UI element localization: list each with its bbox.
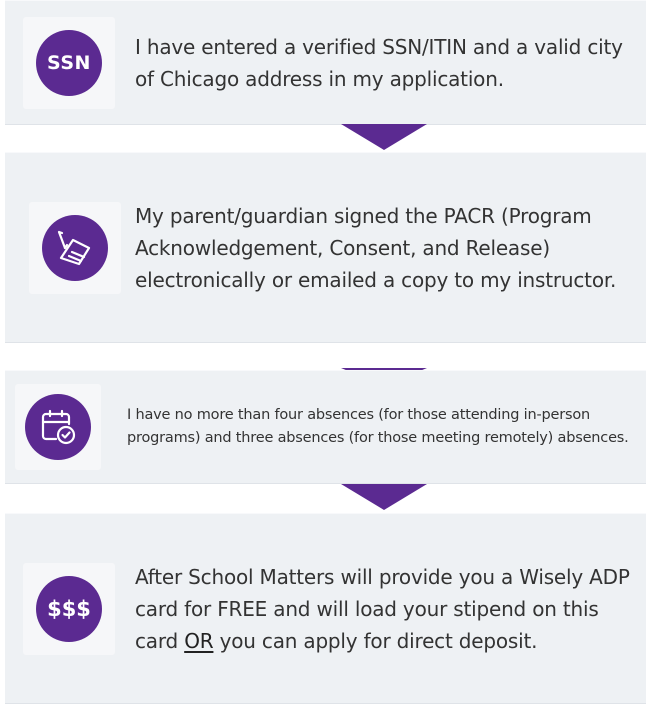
step-absences-text: I have no more than four absences (for t…	[127, 407, 629, 446]
money-badge-label: $$$	[47, 596, 91, 621]
absences-icon-box	[15, 384, 101, 470]
step-ssn-text: I have entered a verified SSN/ITIN and a…	[135, 34, 623, 91]
ssn-icon-box: SSN	[23, 16, 115, 109]
step-pacr-text: My parent/guardian signed the PACR (Prog…	[135, 203, 617, 292]
step-stipend: $$$ After School Matters will provide yo…	[5, 513, 646, 704]
pacr-icon-box	[29, 201, 121, 294]
stipend-or-emphasis: OR	[184, 628, 214, 653]
down-arrow-icon	[341, 124, 427, 150]
step-ssn: SSN I have entered a verified SSN/ITIN a…	[5, 0, 646, 125]
step-stipend-text: After School Matters will provide you a …	[135, 561, 632, 657]
signed-document-icon	[42, 214, 108, 281]
step-absences: I have no more than four absences (for t…	[5, 370, 646, 484]
ssn-badge-label: SSN	[47, 51, 91, 74]
stipend-text-after: you can apply for direct deposit.	[213, 628, 538, 653]
stipend-icon-box: $$$	[23, 562, 115, 655]
down-arrow-icon	[341, 484, 427, 510]
ssn-badge-icon: SSN	[36, 29, 102, 96]
money-badge-icon: $$$	[36, 575, 102, 642]
step-pacr: My parent/guardian signed the PACR (Prog…	[5, 152, 646, 343]
calendar-check-icon	[25, 394, 91, 460]
